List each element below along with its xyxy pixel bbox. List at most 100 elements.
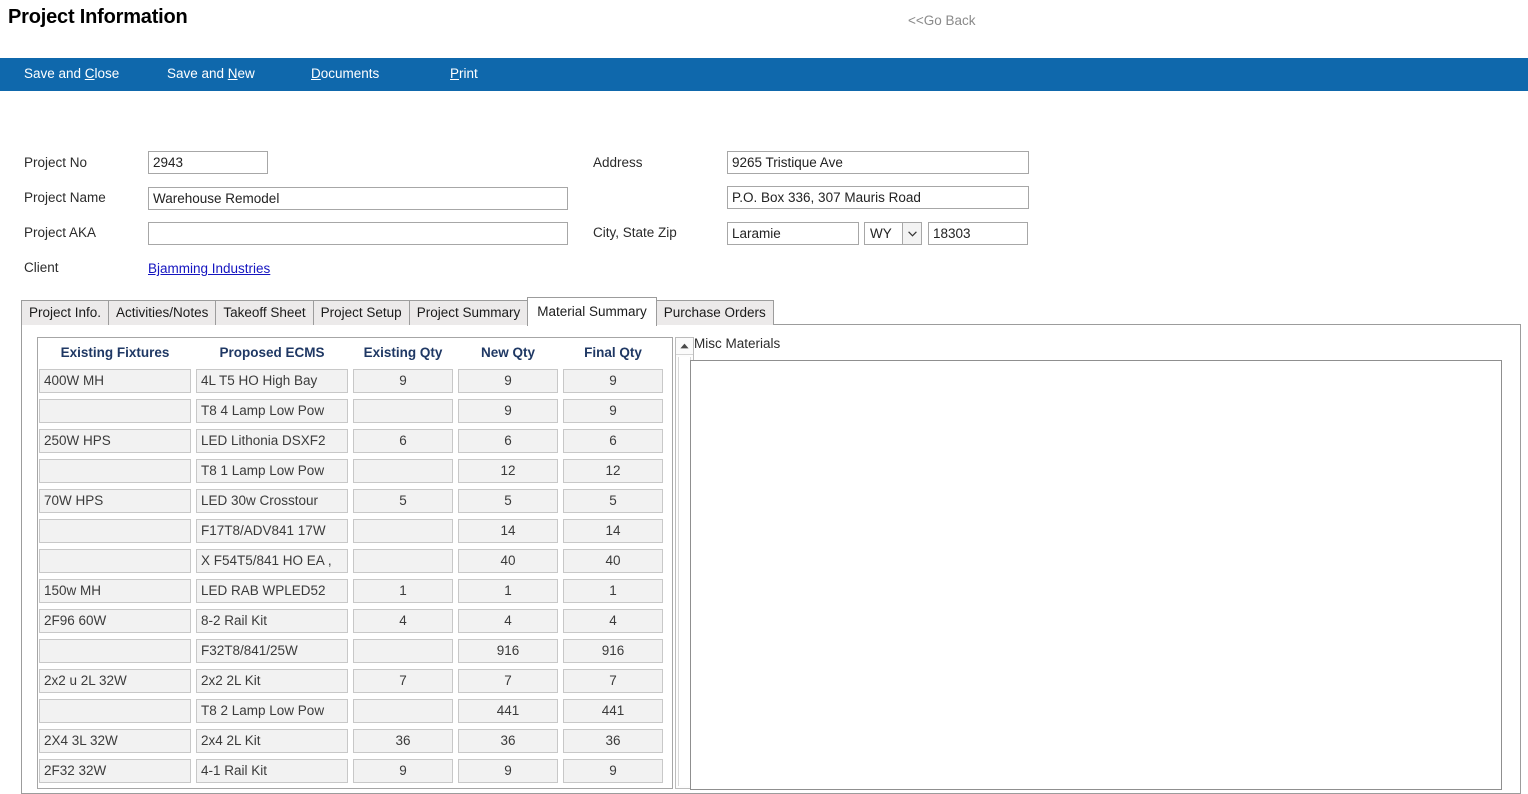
address-line2-input[interactable] (727, 186, 1029, 209)
cell-new_qty[interactable]: 12 (458, 459, 558, 483)
cell-final_qty[interactable]: 5 (563, 489, 663, 513)
cell-new_qty[interactable]: 916 (458, 639, 558, 663)
table-row[interactable]: F32T8/841/25W 916 916 (38, 636, 672, 666)
tab-takeoff-sheet[interactable]: Takeoff Sheet (215, 300, 314, 325)
table-row[interactable]: 400W MH 4L T5 HO High Bay 9 9 9 (38, 366, 672, 396)
cell-existing_qty[interactable]: 6 (353, 429, 453, 453)
cell-proposed_ecms[interactable]: T8 4 Lamp Low Pow (196, 399, 348, 423)
cell-existing_qty[interactable]: 5 (353, 489, 453, 513)
table-row[interactable]: F17T8/ADV841 17W 14 14 (38, 516, 672, 546)
cell-existing_fixtures[interactable]: 2X4 3L 32W (39, 729, 191, 753)
state-select[interactable]: WY (864, 222, 922, 245)
misc-materials-textarea[interactable] (690, 360, 1502, 790)
table-row[interactable]: T8 1 Lamp Low Pow 12 12 (38, 456, 672, 486)
cell-existing_fixtures[interactable] (39, 519, 191, 543)
tab-project-setup[interactable]: Project Setup (312, 300, 410, 325)
go-back-link[interactable]: <<Go Back (908, 13, 976, 28)
cell-final_qty[interactable]: 9 (563, 369, 663, 393)
cell-new_qty[interactable]: 7 (458, 669, 558, 693)
cell-existing_fixtures[interactable]: 2x2 u 2L 32W (39, 669, 191, 693)
save-and-close-button[interactable]: Save and Close (24, 66, 119, 81)
cell-proposed_ecms[interactable]: LED RAB WPLED52 (196, 579, 348, 603)
project-no-input[interactable] (148, 151, 268, 174)
cell-existing_fixtures[interactable]: 250W HPS (39, 429, 191, 453)
cell-existing_qty[interactable] (353, 549, 453, 573)
tab-purchase-orders[interactable]: Purchase Orders (655, 300, 774, 325)
cell-existing_fixtures[interactable] (39, 549, 191, 573)
save-and-new-button[interactable]: Save and New (167, 66, 255, 81)
table-row[interactable]: T8 4 Lamp Low Pow 9 9 (38, 396, 672, 426)
cell-new_qty[interactable]: 9 (458, 399, 558, 423)
cell-proposed_ecms[interactable]: T8 2 Lamp Low Pow (196, 699, 348, 723)
cell-existing_fixtures[interactable]: 2F32 32W (39, 759, 191, 783)
cell-new_qty[interactable]: 1 (458, 579, 558, 603)
cell-new_qty[interactable]: 40 (458, 549, 558, 573)
cell-final_qty[interactable]: 6 (563, 429, 663, 453)
cell-new_qty[interactable]: 9 (458, 759, 558, 783)
cell-existing_fixtures[interactable] (39, 639, 191, 663)
cell-proposed_ecms[interactable]: LED 30w Crosstour (196, 489, 348, 513)
tab-project-info[interactable]: Project Info. (21, 300, 110, 325)
cell-proposed_ecms[interactable]: 2x2 2L Kit (196, 669, 348, 693)
cell-final_qty[interactable]: 9 (563, 399, 663, 423)
documents-button[interactable]: Documents (311, 66, 379, 81)
cell-new_qty[interactable]: 14 (458, 519, 558, 543)
cell-new_qty[interactable]: 36 (458, 729, 558, 753)
cell-new_qty[interactable]: 4 (458, 609, 558, 633)
cell-final_qty[interactable]: 1 (563, 579, 663, 603)
cell-new_qty[interactable]: 441 (458, 699, 558, 723)
table-row[interactable]: 2F96 60W 8-2 Rail Kit 4 4 4 (38, 606, 672, 636)
client-link[interactable]: Bjamming Industries (148, 261, 270, 276)
cell-proposed_ecms[interactable]: 4L T5 HO High Bay (196, 369, 348, 393)
cell-final_qty[interactable]: 40 (563, 549, 663, 573)
cell-existing_qty[interactable]: 9 (353, 759, 453, 783)
cell-final_qty[interactable]: 7 (563, 669, 663, 693)
cell-existing_qty[interactable] (353, 699, 453, 723)
table-row[interactable]: T8 2 Lamp Low Pow 441 441 (38, 696, 672, 726)
cell-final_qty[interactable]: 36 (563, 729, 663, 753)
cell-existing_qty[interactable] (353, 459, 453, 483)
table-row[interactable]: X F54T5/841 HO EA , 40 40 (38, 546, 672, 576)
table-row[interactable]: 70W HPS LED 30w Crosstour 5 5 5 (38, 486, 672, 516)
cell-existing_qty[interactable]: 4 (353, 609, 453, 633)
cell-existing_qty[interactable] (353, 399, 453, 423)
tab-project-summary[interactable]: Project Summary (408, 300, 529, 325)
cell-final_qty[interactable]: 14 (563, 519, 663, 543)
table-row[interactable]: 150w MH LED RAB WPLED52 1 1 1 (38, 576, 672, 606)
cell-new_qty[interactable]: 9 (458, 369, 558, 393)
cell-proposed_ecms[interactable]: F32T8/841/25W (196, 639, 348, 663)
table-row[interactable]: 2X4 3L 32W 2x4 2L Kit 36 36 36 (38, 726, 672, 756)
cell-existing_fixtures[interactable]: 2F96 60W (39, 609, 191, 633)
cell-proposed_ecms[interactable]: 8-2 Rail Kit (196, 609, 348, 633)
cell-existing_qty[interactable] (353, 519, 453, 543)
cell-final_qty[interactable]: 9 (563, 759, 663, 783)
cell-existing_fixtures[interactable] (39, 699, 191, 723)
cell-existing_fixtures[interactable]: 400W MH (39, 369, 191, 393)
project-aka-input[interactable] (148, 222, 568, 245)
cell-existing_qty[interactable]: 1 (353, 579, 453, 603)
cell-proposed_ecms[interactable]: T8 1 Lamp Low Pow (196, 459, 348, 483)
cell-existing_qty[interactable] (353, 639, 453, 663)
table-row[interactable]: 2F32 32W 4-1 Rail Kit 9 9 9 (38, 756, 672, 786)
tab-material-summary[interactable]: Material Summary (527, 297, 657, 326)
table-row[interactable]: 250W HPS LED Lithonia DSXF2 6 6 6 (38, 426, 672, 456)
cell-proposed_ecms[interactable]: 4-1 Rail Kit (196, 759, 348, 783)
cell-new_qty[interactable]: 6 (458, 429, 558, 453)
address-line1-input[interactable] (727, 151, 1029, 174)
cell-final_qty[interactable]: 12 (563, 459, 663, 483)
cell-new_qty[interactable]: 5 (458, 489, 558, 513)
cell-existing_fixtures[interactable] (39, 399, 191, 423)
cell-existing_qty[interactable]: 7 (353, 669, 453, 693)
cell-existing_fixtures[interactable]: 70W HPS (39, 489, 191, 513)
print-button[interactable]: Print (450, 66, 478, 81)
zip-input[interactable] (928, 222, 1028, 245)
scroll-up-icon[interactable] (676, 338, 693, 355)
cell-final_qty[interactable]: 441 (563, 699, 663, 723)
cell-proposed_ecms[interactable]: X F54T5/841 HO EA , (196, 549, 348, 573)
chevron-down-icon[interactable] (902, 223, 921, 244)
cell-existing_qty[interactable]: 9 (353, 369, 453, 393)
city-input[interactable] (727, 222, 859, 245)
cell-proposed_ecms[interactable]: LED Lithonia DSXF2 (196, 429, 348, 453)
table-row[interactable]: 2x2 u 2L 32W 2x2 2L Kit 7 7 7 (38, 666, 672, 696)
cell-proposed_ecms[interactable]: F17T8/ADV841 17W (196, 519, 348, 543)
